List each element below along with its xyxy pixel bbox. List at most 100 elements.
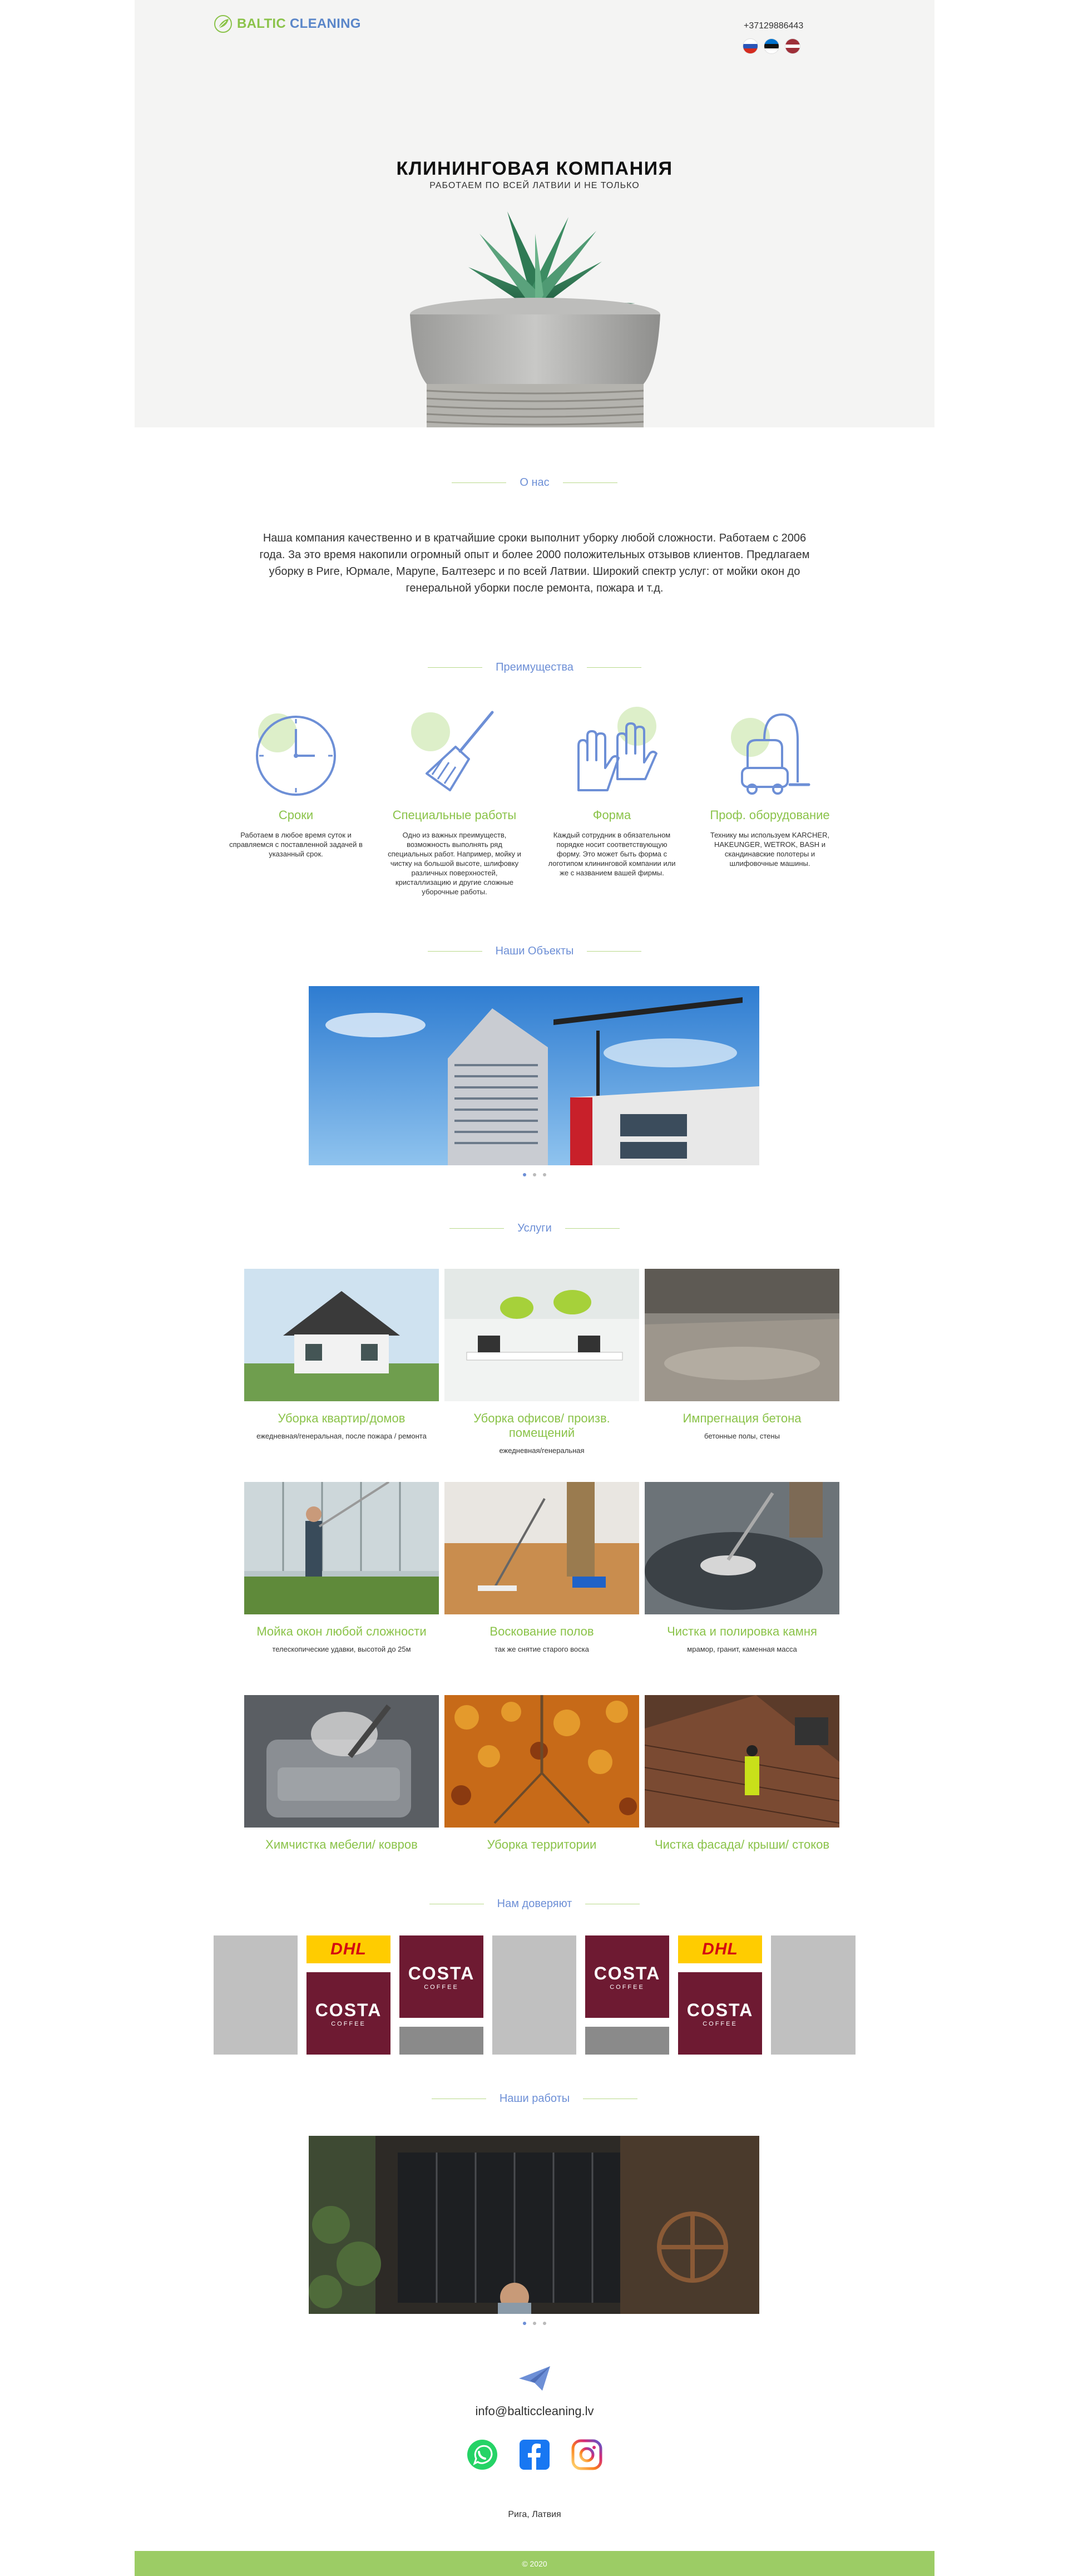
phone-link[interactable]: +37129886443 — [744, 21, 803, 31]
service-title: Импрегнация бетона — [683, 1411, 802, 1425]
flag-ru-icon[interactable] — [743, 39, 758, 53]
dhl-logo-text: DHL — [702, 1940, 738, 1958]
works-section-title: Наши работы — [135, 2092, 934, 2105]
costa-logo-text: COSTA — [408, 1963, 475, 1983]
instagram-icon[interactable] — [571, 2439, 603, 2471]
works-title-text: Наши работы — [499, 2092, 570, 2105]
advantage-title: Форма — [592, 808, 631, 822]
service-text: ежедневная/генеральная, после пожара / р… — [256, 1432, 427, 1440]
client-logo-placeholder — [492, 1935, 576, 2055]
advantage-title: Специальные работы — [392, 808, 517, 822]
service-title: Мойка окон любой сложности — [256, 1624, 427, 1638]
service-text: ежедневная/генеральная — [499, 1446, 585, 1455]
about-title-text: О нас — [520, 476, 550, 489]
logo-text-cleaning: CLEANING — [289, 16, 361, 31]
costa-logo-text: COSTA — [315, 1999, 382, 2020]
window-washing-photo — [244, 1482, 439, 1614]
service-title: Воскование полов — [490, 1624, 594, 1638]
costa-logo-subtext: COFFEE — [703, 2020, 738, 2027]
service-card[interactable]: Чистка и полировка камня мрамор, гранит,… — [645, 1482, 839, 1654]
service-title: Уборка территории — [487, 1838, 597, 1851]
services-section-title: Услуги — [135, 1222, 934, 1235]
service-title: Уборка офисов/ произв. помещений — [473, 1411, 610, 1440]
service-card[interactable]: Уборка офисов/ произв. помещений ежеднев… — [444, 1269, 639, 1455]
works-slider-dots[interactable] — [135, 2322, 934, 2325]
costa-logo: COSTA COFFEE — [678, 1972, 762, 2055]
advantage-text: Технику мы используем KARCHER, HAKEUNGER… — [710, 831, 830, 868]
works-slider[interactable] — [309, 2136, 759, 2314]
service-card[interactable]: Уборка территории — [444, 1695, 639, 1852]
service-card[interactable]: Чистка фасада/ крыши/ стоков — [645, 1695, 839, 1852]
flag-ee-icon[interactable] — [764, 39, 779, 53]
furniture-cleaning-photo — [244, 1695, 439, 1828]
service-card[interactable]: Химчистка мебели/ ковров — [244, 1695, 439, 1852]
objects-slider-dots[interactable] — [135, 1173, 934, 1176]
client-logo-placeholder — [585, 2027, 669, 2055]
costa-logo-text: COSTA — [594, 1963, 661, 1983]
client-logo-placeholder — [399, 2027, 483, 2055]
service-card[interactable]: Импрегнация бетона бетонные полы, стены — [645, 1269, 839, 1441]
objects-section-title: Наши Объекты — [135, 945, 934, 958]
hero-section: BALTIC CLEANING +37129886443 КЛИНИНГОВАЯ… — [135, 0, 934, 427]
clock-icon — [256, 716, 336, 796]
flag-lv-icon[interactable] — [785, 39, 800, 53]
about-section-title: О нас — [135, 476, 934, 489]
service-title: Химчистка мебели/ ковров — [265, 1838, 418, 1851]
concrete-floor-photo — [645, 1269, 839, 1401]
vacuum-icon — [741, 713, 810, 795]
page: BALTIC CLEANING +37129886443 КЛИНИНГОВАЯ… — [135, 0, 934, 2576]
language-switcher — [743, 39, 800, 53]
roof-cleaning-photo — [645, 1695, 839, 1828]
advantage-text: Работаем в любое время суток и справляем… — [229, 831, 363, 858]
hero-title: КЛИНИНГОВАЯ КОМПАНИЯ — [396, 158, 673, 179]
facebook-icon[interactable] — [518, 2439, 551, 2471]
service-title: Уборка квартир/домов — [278, 1411, 406, 1425]
paper-plane-icon — [519, 2366, 550, 2391]
succulent-pot-image — [410, 211, 660, 427]
costa-logo-subtext: COFFEE — [331, 2020, 366, 2027]
stone-polishing-photo — [645, 1482, 839, 1614]
dhl-logo: DHL — [678, 1935, 762, 1963]
advantage-card: Форма Каждый сотрудник в обязательном по… — [545, 707, 679, 878]
copyright-text: © 2020 — [522, 2559, 547, 2568]
advantages-section-title: Преимущества — [135, 661, 934, 674]
services-title-text: Услуги — [517, 1222, 552, 1234]
costa-logo: COSTA COFFEE — [585, 1935, 669, 2018]
dhl-logo-text: DHL — [330, 1940, 367, 1958]
footer: © 2020 — [135, 2551, 934, 2576]
service-card[interactable]: Мойка окон любой сложности телескопическ… — [244, 1482, 439, 1654]
dhl-logo: DHL — [306, 1935, 390, 1963]
gloves-icon — [577, 722, 657, 791]
clients-logos: DHL COSTA COFFEE COSTA COFFEE COSTA COFFEE … — [214, 1935, 856, 2055]
service-text: телескопические удавки, высотой до 25м — [272, 1645, 411, 1653]
costa-logo-subtext: COFFEE — [424, 1983, 459, 1991]
advantage-title: Сроки — [278, 808, 314, 822]
advantage-card: Сроки Работаем в любое время суток и спр… — [229, 707, 363, 859]
costa-logo-text: COSTA — [686, 1999, 754, 2020]
client-logo-placeholder — [771, 1935, 856, 2055]
advantage-card: Специальные работы Одно из важных преиму… — [388, 707, 521, 897]
advantage-text: Каждый сотрудник в обязательном порядке … — [548, 831, 676, 877]
about-text: Наша компания качественно и в кратчайшие… — [259, 532, 810, 594]
leaf-logo-icon — [214, 15, 232, 33]
email-link[interactable]: info@balticcleaning.lv — [135, 2404, 934, 2419]
building-photo — [309, 986, 759, 1165]
advantage-card: Проф. оборудование Технику мы используем… — [703, 707, 837, 868]
objects-slider[interactable] — [309, 986, 759, 1165]
service-title: Чистка фасада/ крыши/ стоков — [654, 1838, 830, 1851]
advantage-text: Одно из важных преимуществ, возможность … — [388, 831, 521, 896]
client-logo-placeholder — [214, 1935, 298, 2055]
logo[interactable]: BALTIC CLEANING — [214, 14, 361, 33]
costa-logo-subtext: COFFEE — [610, 1983, 645, 1991]
service-card[interactable]: Уборка квартир/домов ежедневная/генераль… — [244, 1269, 439, 1441]
whatsapp-icon[interactable] — [466, 2439, 498, 2471]
house-photo — [244, 1269, 439, 1401]
service-text: мрамор, гранит, каменная масса — [687, 1645, 797, 1653]
costa-logo: COSTA COFFEE — [399, 1935, 483, 2018]
broom-icon — [426, 711, 494, 791]
social-links — [135, 2439, 934, 2471]
service-text: бетонные полы, стены — [704, 1432, 780, 1440]
service-card[interactable]: Воскование полов так же снятие старого в… — [444, 1482, 639, 1654]
service-title: Чистка и полировка камня — [667, 1624, 817, 1638]
logo-text-baltic: BALTIC — [237, 16, 286, 31]
